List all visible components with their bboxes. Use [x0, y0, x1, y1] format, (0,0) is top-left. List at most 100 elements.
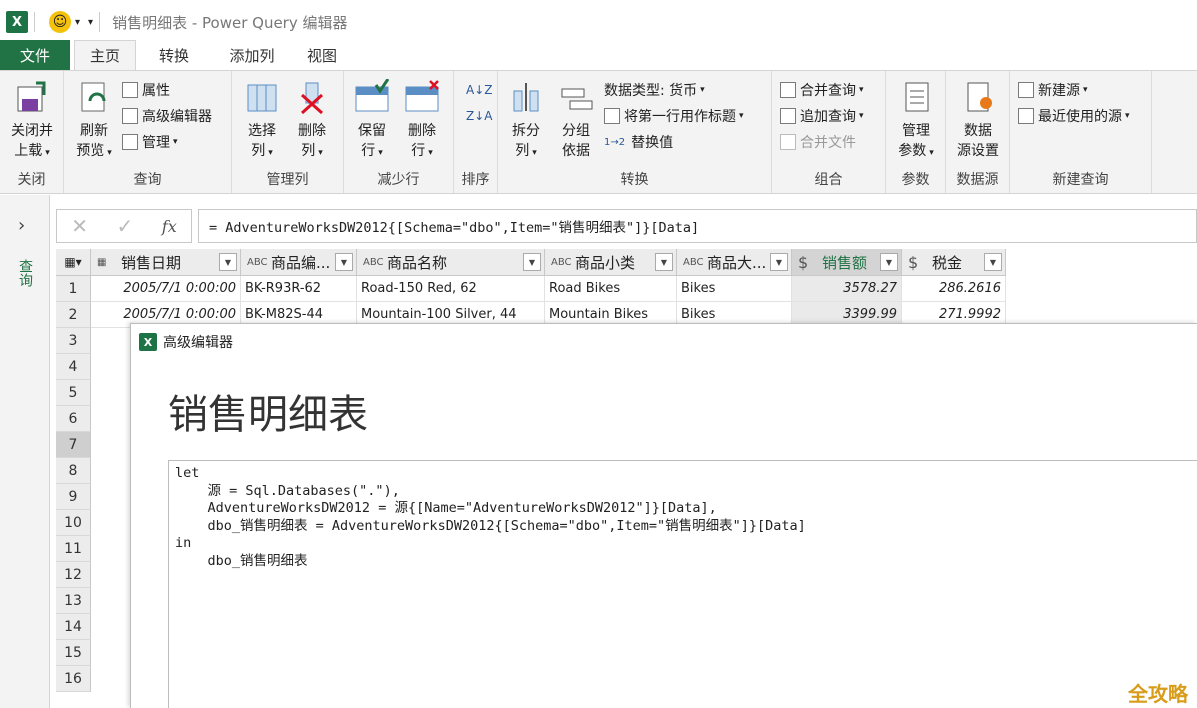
row-number[interactable]: 9 [56, 484, 91, 510]
table-menu-icon[interactable]: ▦▾ [56, 249, 91, 276]
append-queries-icon [780, 108, 796, 124]
currency-type-icon[interactable]: $ [908, 253, 926, 272]
append-queries-button[interactable]: 追加查询 ▾ [780, 105, 864, 127]
refresh-preview-button[interactable]: 刷新 预览 ▾ [68, 79, 120, 163]
datatype-dropdown[interactable]: 数据类型: 货币 ▾ [604, 79, 705, 101]
advanced-editor-dialog: X 高级编辑器 销售明细表 let 源 = Sql.Databases(".")… [130, 323, 1197, 708]
table-cell[interactable]: Road Bikes [545, 276, 677, 302]
filter-dropdown-icon[interactable]: ▼ [984, 253, 1002, 271]
column-header[interactable]: ABC 商品编... ▼ [241, 249, 357, 276]
expand-chevron-icon[interactable]: › [18, 215, 25, 236]
table-cell[interactable]: 3578.27 [792, 276, 902, 302]
group-label: 查询 [133, 172, 162, 188]
filter-dropdown-icon[interactable]: ▼ [770, 253, 788, 271]
table-cell[interactable]: 2005/7/1 0:00:00 [91, 276, 241, 302]
column-header[interactable]: ABC 商品名称 ▼ [357, 249, 545, 276]
row-number[interactable]: 11 [56, 536, 91, 562]
title-bar: X ☺ ▾ ▾ 销售明细表 - Power Query 编辑器 [0, 4, 1197, 40]
manage-parameters-button[interactable]: 管理 参数 ▾ [890, 79, 942, 163]
row-number[interactable]: 12 [56, 562, 91, 588]
group-by-button[interactable]: 分组 依据 [550, 79, 602, 161]
filter-dropdown-icon[interactable]: ▼ [219, 253, 237, 271]
advanced-editor-button[interactable]: 高级编辑器 [122, 105, 212, 127]
combine-files-button[interactable]: 合并文件 [780, 131, 856, 153]
label-line1: 刷新 [80, 123, 108, 139]
confirm-icon[interactable]: ✓ [117, 214, 134, 238]
customize-toolbar-icon[interactable]: ▾ [88, 17, 93, 28]
column-header[interactable]: ▦ 销售日期 ▼ [91, 249, 241, 276]
manage-button[interactable]: 管理 ▾ [122, 131, 178, 153]
row-number[interactable]: 6 [56, 406, 91, 432]
row-number[interactable]: 13 [56, 588, 91, 614]
row-number[interactable]: 3 [56, 328, 91, 354]
text-type-icon[interactable]: ABC [247, 257, 268, 268]
filter-dropdown-icon[interactable]: ▼ [655, 253, 673, 271]
tab-home[interactable]: 主页 [74, 40, 136, 70]
row-number[interactable]: 16 [56, 666, 91, 692]
replace-values-button[interactable]: 1→2 替换值 [604, 131, 673, 153]
date-type-icon[interactable]: ▦ [97, 257, 115, 268]
sort-descending-icon[interactable]: Z↓A [466, 105, 492, 127]
use-first-row-as-headers-button[interactable]: 将第一行用作标题 ▾ [604, 105, 744, 127]
column-header[interactable]: ABC 商品小类 ▼ [545, 249, 677, 276]
row-number[interactable]: 15 [56, 640, 91, 666]
tab-transform[interactable]: 转换 [136, 40, 212, 70]
divider [99, 12, 101, 32]
new-source-icon [1018, 82, 1034, 98]
column-header[interactable]: ABC 商品大... ▼ [677, 249, 792, 276]
label-line2: 列 ▾ [515, 143, 537, 159]
table-cell[interactable]: BK-R93R-62 [241, 276, 357, 302]
row-number[interactable]: 8 [56, 458, 91, 484]
fx-icon[interactable]: fx [162, 217, 177, 236]
group-by-icon [558, 79, 594, 115]
label-line1: 选择 [248, 123, 276, 139]
properties-button[interactable]: 属性 [122, 79, 170, 101]
label-line2: 列 ▾ [301, 143, 323, 159]
keep-rows-button[interactable]: 保留 行 ▾ [346, 78, 398, 163]
row-number[interactable]: 5 [56, 380, 91, 406]
column-header[interactable]: $ 税金 ▼ [902, 249, 1006, 276]
filter-dropdown-icon[interactable]: ▼ [335, 253, 353, 271]
column-header-selected[interactable]: $ 销售额 ▼ [792, 249, 902, 276]
split-column-button[interactable]: 拆分 列 ▾ [500, 79, 552, 163]
remove-columns-button[interactable]: 删除 列 ▾ [286, 79, 338, 163]
datasource-settings-button[interactable]: 数据 源设置 [952, 79, 1004, 161]
label-line2: 源设置 [957, 143, 999, 159]
table-cell[interactable]: Bikes [677, 276, 792, 302]
row-number[interactable]: 4 [56, 354, 91, 380]
dropdown-icon[interactable]: ▾ [75, 17, 80, 28]
currency-type-icon[interactable]: $ [798, 253, 816, 272]
advanced-editor-icon [122, 108, 138, 124]
table-cell[interactable]: 286.2616 [902, 276, 1006, 302]
close-and-load-button[interactable]: 关闭并 上载 ▾ [6, 79, 58, 163]
tab-add-column[interactable]: 添加列 [212, 40, 292, 70]
merge-queries-button[interactable]: 合并查询 ▾ [780, 79, 864, 101]
group-datasource: 数据 源设置 数据源 [946, 71, 1010, 193]
row-number[interactable]: 7 [56, 432, 91, 458]
table-cell[interactable]: Road-150 Red, 62 [357, 276, 545, 302]
queries-pane-label[interactable]: 查询 [15, 259, 35, 287]
text-type-icon[interactable]: ABC [363, 257, 384, 268]
row-number[interactable]: 2 [56, 302, 91, 328]
row-number[interactable]: 10 [56, 510, 91, 536]
dialog-header: X 高级编辑器 [139, 332, 233, 352]
tab-file[interactable]: 文件 [0, 40, 70, 70]
code-editor[interactable]: let 源 = Sql.Databases("."), AdventureWor… [168, 460, 1197, 708]
text-type-icon[interactable]: ABC [683, 257, 704, 268]
cancel-icon[interactable]: ✕ [71, 214, 88, 238]
smiley-feedback-icon[interactable]: ☺ [49, 11, 71, 33]
choose-columns-button[interactable]: 选择 列 ▾ [236, 79, 288, 163]
group-new-query: 新建源 ▾ 最近使用的源 ▾ 新建查询 [1010, 71, 1152, 193]
tab-view[interactable]: 视图 [292, 40, 352, 70]
filter-dropdown-icon[interactable]: ▼ [523, 253, 541, 271]
group-transform: 拆分 列 ▾ 分组 依据 数据类型: 货币 ▾ 将第一行用作标题 ▾ 1→2 替换值 转… [498, 71, 772, 193]
new-source-button[interactable]: 新建源 ▾ [1018, 79, 1088, 101]
text-type-icon[interactable]: ABC [551, 257, 572, 268]
formula-input[interactable]: = AdventureWorksDW2012{[Schema="dbo",Ite… [198, 209, 1197, 243]
sort-ascending-icon[interactable]: A↓Z [466, 79, 492, 101]
row-number[interactable]: 14 [56, 614, 91, 640]
filter-dropdown-icon[interactable]: ▼ [880, 253, 898, 271]
recent-sources-button[interactable]: 最近使用的源 ▾ [1018, 105, 1130, 127]
remove-rows-button[interactable]: 删除 行 ▾ [396, 79, 448, 163]
row-number[interactable]: 1 [56, 276, 91, 302]
